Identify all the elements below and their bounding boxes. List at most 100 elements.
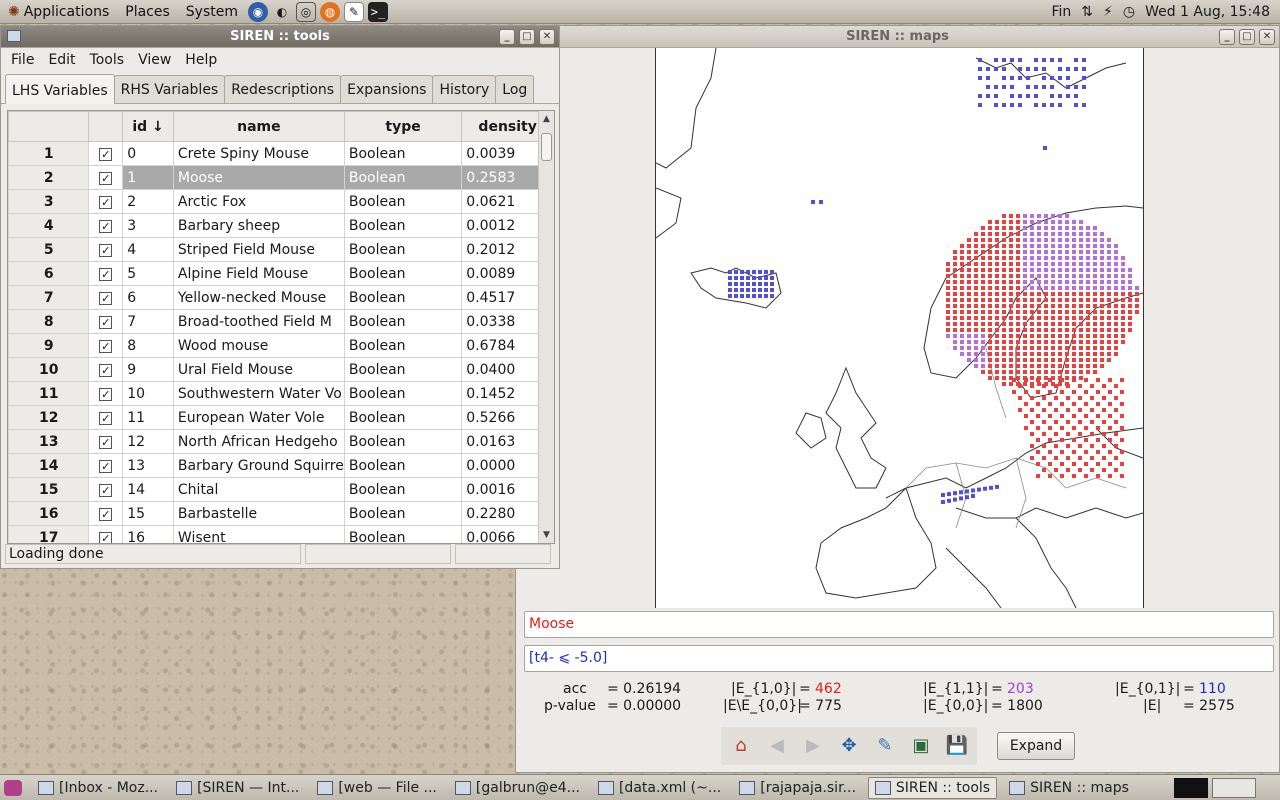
speaker-icon[interactable]: ◐	[272, 2, 292, 22]
pan-icon[interactable]: ✥	[837, 734, 861, 758]
tab-redescriptions[interactable]: Redescriptions	[224, 75, 342, 103]
checkbox-icon[interactable]: ✓	[99, 171, 113, 185]
enabled-checkbox[interactable]: ✓	[88, 525, 124, 543]
table-row[interactable]: 16 ✓ 15 Barbastelle Boolean 0.2280	[8, 501, 554, 526]
table-row[interactable]: 17 ✓ 16 Wisent Boolean 0.0066	[8, 525, 554, 543]
table-row[interactable]: 2 ✓ 1 Moose Boolean 0.2583	[8, 165, 554, 190]
taskbar-item[interactable]: [web — File ...	[311, 777, 443, 799]
table-row[interactable]: 13 ✓ 12 North African Hedgeho Boolean 0.0163	[8, 429, 554, 454]
minimize-icon[interactable]: _	[499, 29, 515, 45]
network-browser-icon[interactable]: ◉	[248, 1, 268, 22]
table-row[interactable]: 3 ✓ 2 Arctic Fox Boolean 0.0621	[8, 189, 554, 214]
rhs-query-field[interactable]: [t4- ⩽ -5.0]	[524, 645, 1274, 672]
enabled-checkbox[interactable]: ✓	[88, 141, 124, 166]
clock[interactable]: Wed 1 Aug, 15:48	[1145, 4, 1270, 20]
table-row[interactable]: 14 ✓ 13 Barbary Ground Squirre Boolean 0.0000	[8, 453, 554, 478]
vertical-scrollbar[interactable]: ▲ ▼	[538, 111, 554, 543]
taskbar-item[interactable]: SIREN :: maps	[1003, 777, 1135, 799]
checkbox-icon[interactable]: ✓	[99, 339, 113, 353]
table-row[interactable]: 8 ✓ 7 Broad-toothed Field M Boolean 0.0338	[8, 309, 554, 334]
menu-edit[interactable]: Edit	[42, 50, 81, 70]
enabled-checkbox[interactable]: ✓	[88, 333, 124, 358]
checkbox-icon[interactable]: ✓	[99, 363, 113, 377]
configure-subplots-icon[interactable]: ▣	[909, 734, 933, 758]
table-row[interactable]: 6 ✓ 5 Alpine Field Mouse Boolean 0.0089	[8, 261, 554, 286]
tools-titlebar[interactable]: SIREN :: tools _ □ ✕	[1, 26, 559, 48]
taskbar-item[interactable]: [galbrun@e4...	[449, 777, 586, 799]
tab-rhs-variables[interactable]: RHS Variables	[113, 75, 226, 103]
table-row[interactable]: 1 ✓ 0 Crete Spiny Mouse Boolean 0.0039	[8, 141, 554, 166]
menu-view[interactable]: View	[132, 50, 177, 70]
system-menu[interactable]: System	[178, 4, 246, 20]
map-canvas[interactable]	[655, 47, 1144, 609]
places-menu[interactable]: Places	[117, 4, 178, 20]
enabled-checkbox[interactable]: ✓	[88, 237, 124, 262]
close-icon[interactable]: ✕	[1259, 29, 1275, 45]
table-row[interactable]: 10 ✓ 9 Ural Field Mouse Boolean 0.0400	[8, 357, 554, 382]
checkbox-icon[interactable]: ✓	[99, 291, 113, 305]
show-desktop-icon[interactable]	[4, 779, 22, 796]
column-header-id[interactable]: id ↓	[122, 111, 174, 142]
back-icon[interactable]: ◀	[765, 734, 789, 758]
maps-titlebar[interactable]: SIREN :: maps _ □ ✕	[516, 26, 1279, 48]
save-icon[interactable]: 💾	[945, 734, 969, 758]
checkbox-icon[interactable]: ✓	[99, 435, 113, 449]
scroll-down-icon[interactable]: ▼	[539, 527, 554, 543]
scrollbar-thumb[interactable]	[541, 133, 552, 161]
network-icon[interactable]: ⇅	[1081, 4, 1093, 20]
taskbar-item[interactable]: [data.xml (~...	[592, 777, 727, 799]
column-header-name[interactable]: name	[172, 111, 345, 142]
tab-log[interactable]: Log	[495, 75, 535, 103]
window-menu-icon[interactable]	[7, 30, 21, 42]
table-row[interactable]: 9 ✓ 8 Wood mouse Boolean 0.6784	[8, 333, 554, 358]
enabled-checkbox[interactable]: ✓	[88, 213, 124, 238]
checkbox-icon[interactable]: ✓	[99, 411, 113, 425]
table-row[interactable]: 4 ✓ 3 Barbary sheep Boolean 0.0012	[8, 213, 554, 238]
close-icon[interactable]: ✕	[539, 29, 555, 45]
menu-tools[interactable]: Tools	[84, 50, 131, 70]
enabled-checkbox[interactable]: ✓	[88, 453, 124, 478]
checkbox-icon[interactable]: ✓	[99, 195, 113, 209]
taskbar-item[interactable]: [rajapaja.sir...	[733, 777, 862, 799]
enabled-checkbox[interactable]: ✓	[88, 477, 124, 502]
checkbox-icon[interactable]: ✓	[99, 531, 113, 543]
checkbox-icon[interactable]: ✓	[99, 387, 113, 401]
checkbox-icon[interactable]: ✓	[99, 147, 113, 161]
menu-help[interactable]: Help	[179, 50, 223, 70]
enabled-checkbox[interactable]: ✓	[88, 309, 124, 334]
tab-history[interactable]: History	[432, 75, 497, 103]
tab-lhs-variables[interactable]: LHS Variables	[5, 74, 115, 104]
enabled-checkbox[interactable]: ✓	[88, 357, 124, 382]
table-row[interactable]: 15 ✓ 14 Chital Boolean 0.0016	[8, 477, 554, 502]
checkbox-icon[interactable]: ✓	[99, 315, 113, 329]
checkbox-icon[interactable]: ✓	[99, 243, 113, 257]
checkbox-icon[interactable]: ✓	[99, 267, 113, 281]
webcam-icon[interactable]: ◎	[296, 1, 316, 22]
workspace-switcher[interactable]	[1212, 777, 1256, 798]
enabled-checkbox[interactable]: ✓	[88, 429, 124, 454]
column-header-type[interactable]: type	[343, 111, 463, 142]
table-row[interactable]: 7 ✓ 6 Yellow-necked Mouse Boolean 0.4517	[8, 285, 554, 310]
firefox-icon[interactable]: ◍	[320, 1, 340, 22]
taskbar-item[interactable]: [Inbox - Moz...	[32, 777, 164, 799]
table-row[interactable]: 12 ✓ 11 European Water Vole Boolean 0.5266	[8, 405, 554, 430]
expand-button[interactable]: Expand	[997, 732, 1075, 760]
enabled-checkbox[interactable]: ✓	[88, 405, 124, 430]
checkbox-icon[interactable]: ✓	[99, 459, 113, 473]
minimize-icon[interactable]: _	[1219, 29, 1235, 45]
table-row[interactable]: 5 ✓ 4 Striped Field Mouse Boolean 0.2012	[8, 237, 554, 262]
system-monitor-icon[interactable]	[1174, 777, 1208, 798]
enabled-checkbox[interactable]: ✓	[88, 261, 124, 286]
checkbox-icon[interactable]: ✓	[99, 507, 113, 521]
menu-file[interactable]: File	[5, 50, 40, 70]
home-icon[interactable]: ⌂	[729, 734, 753, 758]
text-editor-icon[interactable]: ✎	[344, 1, 364, 22]
table-row[interactable]: 11 ✓ 10 Southwestern Water Vo Boolean 0.1452	[8, 381, 554, 406]
keyboard-layout-indicator[interactable]: Fin	[1051, 4, 1071, 20]
checkbox-icon[interactable]: ✓	[99, 219, 113, 233]
enabled-checkbox[interactable]: ✓	[88, 381, 124, 406]
enabled-checkbox[interactable]: ✓	[88, 285, 124, 310]
forward-icon[interactable]: ▶	[801, 734, 825, 758]
enabled-checkbox[interactable]: ✓	[88, 501, 124, 526]
enabled-checkbox[interactable]: ✓	[88, 165, 124, 190]
